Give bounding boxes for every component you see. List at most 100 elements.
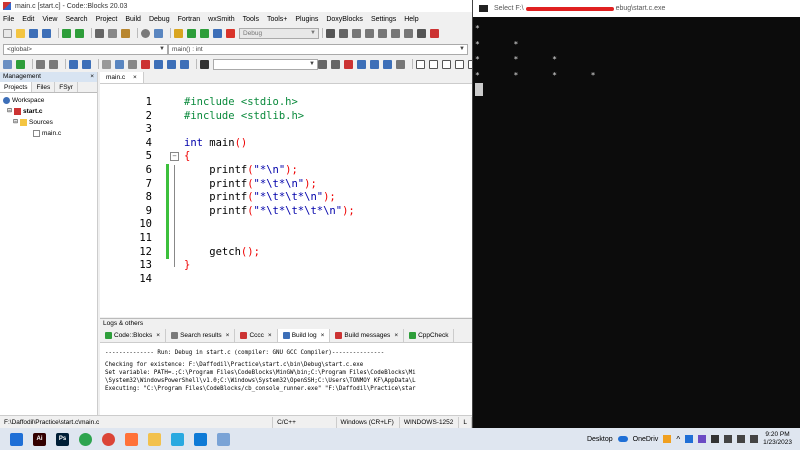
tab-projects[interactable]: Projects bbox=[0, 82, 33, 92]
menu-file[interactable]: File bbox=[3, 16, 14, 23]
chrome-profile-icon[interactable] bbox=[102, 432, 115, 446]
edge-icon[interactable] bbox=[194, 432, 207, 446]
build-run-icon[interactable] bbox=[200, 28, 209, 38]
comment-icon[interactable] bbox=[36, 59, 45, 69]
abort-icon[interactable] bbox=[226, 28, 235, 38]
code-line[interactable]: 2 #include <stdlib.h> bbox=[100, 110, 472, 124]
open-folder-icon[interactable] bbox=[16, 28, 25, 38]
highlight-icon[interactable] bbox=[344, 59, 353, 69]
tab-main-c[interactable]: main.c × bbox=[100, 72, 144, 83]
code-line[interactable]: 14 bbox=[100, 273, 472, 287]
select-icon[interactable] bbox=[370, 59, 379, 69]
tree-file[interactable]: main.c bbox=[3, 128, 94, 139]
paste-icon[interactable] bbox=[121, 28, 130, 38]
jump-back-icon[interactable] bbox=[3, 59, 12, 69]
scope-select[interactable]: <global> ▼ bbox=[3, 43, 168, 55]
code-completion-icon[interactable] bbox=[115, 59, 124, 69]
menu-tools-[interactable]: Tools+ bbox=[267, 16, 287, 23]
menu-wxsmith[interactable]: wxSmith bbox=[208, 16, 234, 23]
wrench-icon[interactable] bbox=[102, 59, 111, 69]
layout-2-icon[interactable] bbox=[429, 59, 438, 69]
redo-icon[interactable] bbox=[75, 28, 84, 38]
menu-search[interactable]: Search bbox=[65, 16, 87, 23]
layout-4-icon[interactable] bbox=[455, 59, 464, 69]
next-instruction-icon[interactable] bbox=[391, 28, 400, 38]
arrow-left-icon[interactable] bbox=[318, 59, 327, 69]
play-macro-icon[interactable] bbox=[200, 59, 209, 69]
format-icon[interactable] bbox=[128, 59, 137, 69]
build-target-select[interactable]: Debug ▼ bbox=[239, 27, 319, 39]
console-output[interactable]: * * * * * * * * * * bbox=[473, 17, 800, 103]
code-line[interactable]: 8 printf("*\t*\t*\n"); bbox=[100, 191, 472, 205]
code-line[interactable]: 12 getch(); bbox=[100, 246, 472, 260]
close-icon[interactable]: × bbox=[133, 74, 137, 81]
next-line-icon[interactable] bbox=[352, 28, 361, 38]
new-file-icon[interactable] bbox=[3, 28, 12, 38]
tree-workspace[interactable]: Workspace bbox=[3, 95, 94, 106]
chrome-icon[interactable] bbox=[79, 432, 92, 446]
console-titlebar[interactable]: Select F:\ ebug\start.c.exe bbox=[473, 0, 800, 17]
step-into-icon[interactable] bbox=[365, 28, 374, 38]
pause-icon[interactable] bbox=[417, 28, 426, 38]
fold-toggle-icon[interactable]: − bbox=[170, 152, 179, 162]
find-icon[interactable] bbox=[141, 28, 150, 38]
menu-plugins[interactable]: Plugins bbox=[295, 16, 318, 23]
step-out-icon[interactable] bbox=[378, 28, 387, 38]
log-tab-search-results[interactable]: Search results × bbox=[166, 329, 236, 343]
layout-icon[interactable] bbox=[416, 59, 425, 69]
code-line[interactable]: 9 printf("*\t*\t*\t*\n"); bbox=[100, 205, 472, 219]
code-line[interactable]: 4 int main() bbox=[100, 137, 472, 151]
macro-select[interactable]: ▼ bbox=[213, 58, 318, 70]
run-icon[interactable] bbox=[187, 28, 196, 38]
photoshop-icon[interactable]: Ps bbox=[56, 432, 69, 446]
code-line[interactable]: 1 #include <stdio.h> bbox=[100, 96, 472, 110]
clock[interactable]: 9:20 PM 1/23/2023 bbox=[763, 431, 792, 447]
chevron-up-icon[interactable]: ^ bbox=[676, 435, 680, 444]
network-icon[interactable] bbox=[724, 435, 733, 443]
save-icon[interactable] bbox=[29, 28, 38, 38]
wx-panel-icon[interactable] bbox=[180, 59, 189, 69]
battery-icon[interactable] bbox=[711, 435, 720, 443]
layout-3-icon[interactable] bbox=[442, 59, 451, 69]
weather-icon[interactable] bbox=[663, 435, 672, 443]
code-line[interactable]: 6 printf("*\n"); bbox=[100, 164, 472, 178]
desktop-toolbar[interactable]: Desktop bbox=[587, 436, 613, 443]
remote-app-icon[interactable] bbox=[171, 432, 184, 446]
build-gear-icon[interactable] bbox=[174, 28, 183, 38]
code-line[interactable]: 3 bbox=[100, 123, 472, 137]
close-icon[interactable]: × bbox=[264, 329, 272, 343]
save-all-icon[interactable] bbox=[42, 28, 51, 38]
wx-icon[interactable] bbox=[141, 59, 150, 69]
windows-start-icon[interactable] bbox=[10, 432, 23, 446]
menu-debug[interactable]: Debug bbox=[149, 16, 170, 23]
close-icon[interactable]: × bbox=[90, 72, 94, 82]
toggle-bookmark-icon[interactable] bbox=[16, 59, 25, 69]
pen-icon[interactable] bbox=[698, 435, 707, 443]
code-line[interactable]: 5{ bbox=[100, 150, 472, 164]
stop-debug-icon[interactable] bbox=[430, 28, 439, 38]
speaker-icon[interactable] bbox=[737, 435, 746, 443]
code-line[interactable]: 11 bbox=[100, 232, 472, 246]
log-tab-cppcheck[interactable]: CppCheck bbox=[404, 329, 455, 342]
search-next-icon[interactable] bbox=[383, 59, 392, 69]
close-icon[interactable]: × bbox=[152, 329, 160, 343]
bluetooth-icon[interactable] bbox=[685, 435, 694, 443]
arrow-right-icon[interactable] bbox=[331, 59, 340, 69]
tree-project[interactable]: ⊟ start.c bbox=[3, 106, 94, 117]
close-icon[interactable]: × bbox=[222, 329, 230, 343]
window-titlebar[interactable]: main.c [start.c] - Code::Blocks 20.03 bbox=[0, 0, 472, 12]
close-icon[interactable]: × bbox=[317, 329, 325, 343]
menu-doxyblocks[interactable]: DoxyBlocks bbox=[326, 16, 363, 23]
close-icon[interactable]: × bbox=[390, 329, 398, 343]
log-tab-build-messages[interactable]: Build messages × bbox=[330, 329, 405, 343]
run-to-cursor-icon[interactable] bbox=[339, 28, 348, 38]
onedrive-label[interactable]: OneDriv bbox=[633, 436, 659, 443]
menu-view[interactable]: View bbox=[42, 16, 57, 23]
menu-edit[interactable]: Edit bbox=[22, 16, 34, 23]
rebuild-icon[interactable] bbox=[213, 28, 222, 38]
menu-fortran[interactable]: Fortran bbox=[178, 16, 201, 23]
menu-project[interactable]: Project bbox=[96, 16, 118, 23]
menu-build[interactable]: Build bbox=[125, 16, 141, 23]
code-line[interactable]: 10 bbox=[100, 218, 472, 232]
log-tab-code-blocks[interactable]: Code::Blocks × bbox=[100, 329, 167, 343]
